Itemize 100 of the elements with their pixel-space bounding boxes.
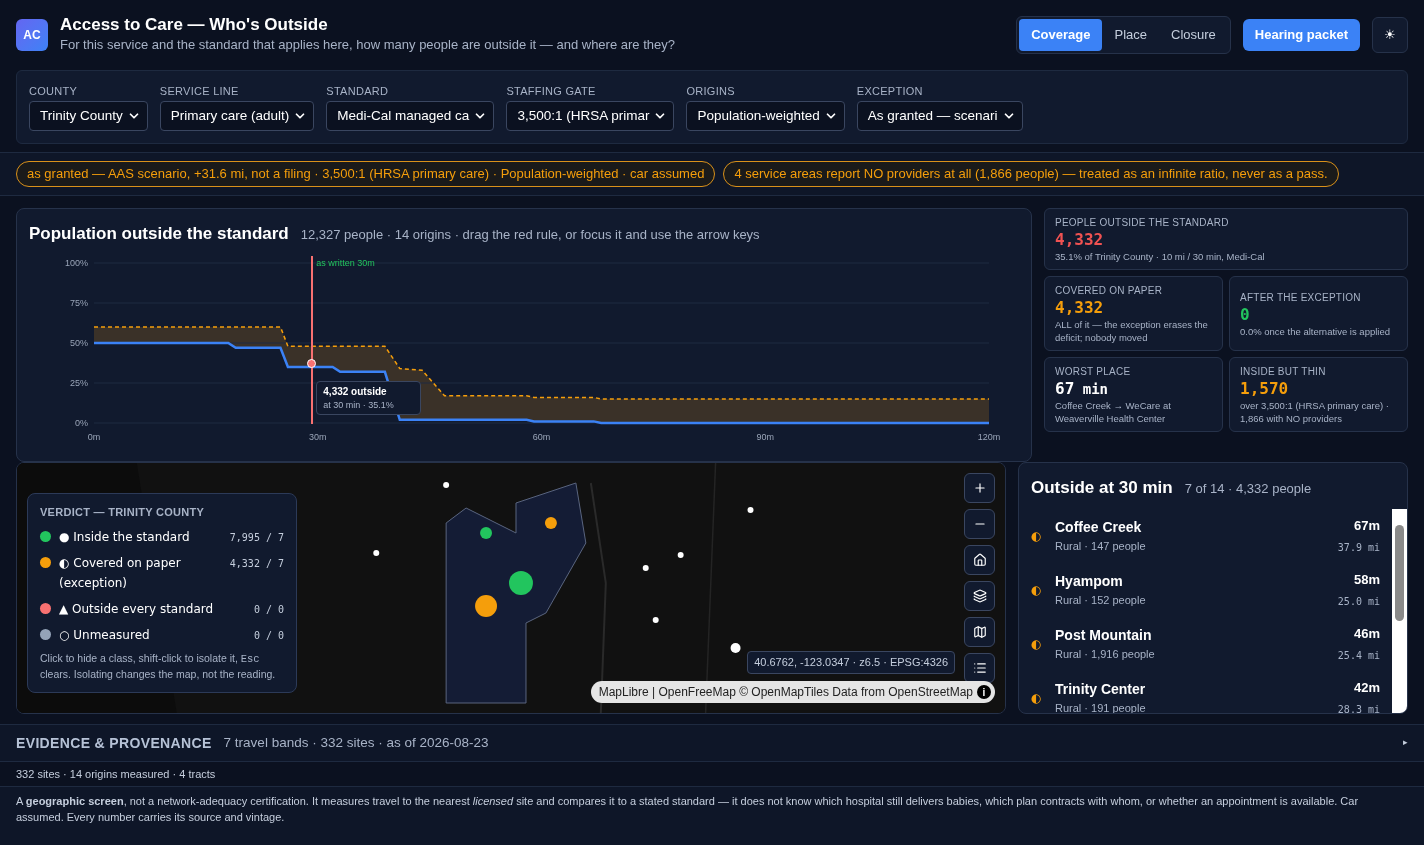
threshold-rule[interactable]	[311, 255, 314, 424]
view-tab[interactable]: Place	[1102, 19, 1159, 51]
y-tick-label: 25%	[70, 377, 88, 388]
rule-label: as written 30m	[316, 256, 375, 270]
filter-label: STAFFING GATE	[506, 83, 597, 99]
travel-distance: 28.3 mi	[1337, 702, 1380, 713]
filter-select[interactable]: Trinity County	[29, 101, 148, 132]
zoom-in-button[interactable]	[964, 473, 995, 503]
travel-distance: 25.0 mi	[1337, 594, 1380, 609]
origin-name: Coffee Creek	[1055, 517, 1143, 537]
hearing-packet-button[interactable]: Hearing packet	[1242, 19, 1360, 51]
x-tick-label: 30m	[309, 431, 327, 442]
covered-icon: ◐	[1031, 634, 1047, 653]
rule-handle[interactable]	[307, 358, 317, 368]
plus-icon	[972, 481, 987, 495]
info-button[interactable]: i	[977, 685, 991, 699]
scrollbar[interactable]	[1392, 508, 1407, 713]
legend-count: 0 / 0	[252, 602, 284, 617]
covered-icon: ◐	[1031, 688, 1047, 707]
panel-meta: 7 of 14 · 4,332 people	[1184, 480, 1312, 498]
map-icon	[972, 625, 987, 639]
travel-distance: 37.9 mi	[1337, 540, 1380, 555]
view-tab[interactable]: Coverage	[1019, 19, 1103, 51]
list-button[interactable]	[964, 653, 995, 683]
evidence-meta: 7 travel bands · 332 sites · as of 2026-08-23	[223, 733, 489, 752]
filter-label: EXCEPTION	[856, 83, 924, 99]
x-tick-label: 90m	[756, 431, 774, 442]
y-tick-label: 0%	[75, 417, 88, 428]
filter-label: STANDARD	[326, 83, 390, 99]
origin-detail: Rural · 1,916 people	[1055, 646, 1156, 662]
y-tick-label: 50%	[70, 337, 88, 348]
evidence-title: EVIDENCE & PROVENANCE	[16, 733, 212, 753]
chart-title: Population outside the standard	[29, 223, 289, 245]
y-tick-label: 100%	[64, 257, 88, 268]
filter-select[interactable]: Medi-Cal managed ca	[326, 101, 495, 132]
filter-select[interactable]: Population-weighted	[686, 101, 845, 132]
theme-toggle-button[interactable]: ☀	[1372, 17, 1408, 53]
stat-note: Coffee Creek → WeCare at Weaverville Health Center	[1055, 399, 1172, 425]
filter-label: ORIGINS	[686, 83, 736, 99]
list-icon	[972, 661, 987, 675]
app-subtitle: For this service and the standard that applies here, how many people are outside it — and where are they?	[60, 36, 675, 55]
stat-label: COVERED ON PAPER	[1055, 284, 1164, 298]
legend-item[interactable]: ○ Unmeasured 0 / 0	[40, 624, 284, 645]
filter-select[interactable]: Primary care (adult)	[159, 101, 315, 132]
origin-name: Trinity Center	[1055, 679, 1147, 699]
stat-value: 4,332	[1055, 298, 1105, 318]
stat-note: 35.1% of Trinity County · 10 mi / 30 min, Medi-Cal	[1055, 250, 1266, 263]
counts-line: 332 sites · 14 origins measured · 4 tracts	[16, 766, 216, 782]
legend-title: VERDICT — TRINITY COUNTY	[40, 505, 206, 520]
legend-item[interactable]: ● Inside the standard 7,995 / 7	[40, 526, 284, 547]
legend-hint: Click to hide a class, shift-click to isolate it, Esc clears. Isolating changes the map, not the reading.	[40, 650, 277, 682]
stat-note: 0.0% once the alternative is applied	[1240, 324, 1391, 338]
map-attribution: MapLibre | OpenFreeMap © OpenMapTiles Data from OpenStreetMap	[598, 684, 973, 701]
travel-time: 42m	[1353, 679, 1380, 698]
x-tick-label: 120m	[977, 431, 1001, 442]
stat-value: 4,332	[1055, 230, 1105, 250]
legend-label: ○ Unmeasured	[59, 626, 151, 644]
stat-note: ALL of it — the exception erases the deficit; nobody moved	[1055, 318, 1209, 344]
warning-banner: as granted — AAS scenario, +31.6 mi, not a filing · 3,500:1 (HRSA primary care) · Population-weighted · car assumed	[16, 161, 716, 187]
y-tick-label: 75%	[70, 297, 88, 308]
tooltip-title: 4,332 outside	[323, 384, 388, 399]
stat-note: over 3,500:1 (HRSA primary care) · 1,866 with NO providers	[1240, 399, 1390, 425]
legend-label: ● Inside the standard	[59, 528, 191, 546]
map-button[interactable]	[964, 617, 995, 647]
x-tick-label: 60m	[532, 431, 551, 442]
expand-toggle[interactable]: ▸	[1403, 736, 1408, 750]
evidence-header[interactable]: EVIDENCE & PROVENANCE 7 travel bands · 332 sites · as of 2026-08-23 ▸	[0, 724, 1424, 762]
legend-count: 0 / 0	[252, 628, 284, 643]
origin-row[interactable]: ◐ Post Mountain Rural · 1,916 people 46m 25.4 mi	[1031, 616, 1380, 671]
tooltip-detail: at 30 min · 35.1%	[323, 398, 395, 412]
stat-label: AFTER THE EXCEPTION	[1240, 290, 1362, 305]
stat-value: 67 min	[1055, 379, 1109, 399]
warning-banner: 4 service areas report NO providers at all (1,866 people) — treated as an infinite ratio, never as a pass.	[723, 161, 1339, 187]
origin-row[interactable]: ◐ Coffee Creek Rural · 147 people 67m 37.9 mi	[1031, 508, 1380, 563]
app-title: Access to Care — Who's Outside	[60, 15, 329, 36]
home-icon	[972, 553, 987, 567]
filter-label: COUNTY	[29, 83, 79, 99]
travel-distance: 25.4 mi	[1337, 648, 1380, 663]
chart-meta: 12,327 people · 14 origins · drag the red rule, or focus it and use the arrow keys	[300, 226, 760, 244]
stat-label: WORST PLACE	[1055, 365, 1132, 379]
legend-label: ▲ Outside every standard	[59, 600, 215, 618]
filter-select[interactable]: 3,500:1 (HRSA primar	[506, 101, 675, 132]
stat-label: PEOPLE OUTSIDE THE STANDARD	[1055, 216, 1230, 230]
stat-value: 1,570	[1240, 379, 1290, 399]
filter-select[interactable]: As granted — scenari	[856, 101, 1023, 132]
layers-button[interactable]	[964, 581, 995, 611]
origin-name: Hyampom	[1055, 571, 1124, 591]
legend-count: 4,332 / 7	[228, 556, 284, 571]
travel-time: 67m	[1353, 517, 1380, 536]
origin-name: Post Mountain	[1055, 625, 1153, 645]
legend-item[interactable]: ▲ Outside every standard 0 / 0	[40, 598, 284, 619]
covered-icon: ◐	[1031, 580, 1047, 599]
view-tab[interactable]: Closure	[1159, 19, 1228, 51]
covered-icon: ◐	[1031, 526, 1047, 545]
home-button[interactable]	[964, 545, 995, 575]
layers-icon	[972, 589, 987, 603]
legend-label: ◐ Covered on paper (exception)	[59, 554, 182, 592]
panel-title: Outside at 30 min	[1031, 477, 1173, 499]
legend-item[interactable]: ◐ Covered on paper (exception) 4,332 / 7	[40, 552, 284, 593]
origin-row[interactable]: ◐ Hyampom Rural · 152 people 58m 25.0 mi	[1031, 562, 1380, 617]
